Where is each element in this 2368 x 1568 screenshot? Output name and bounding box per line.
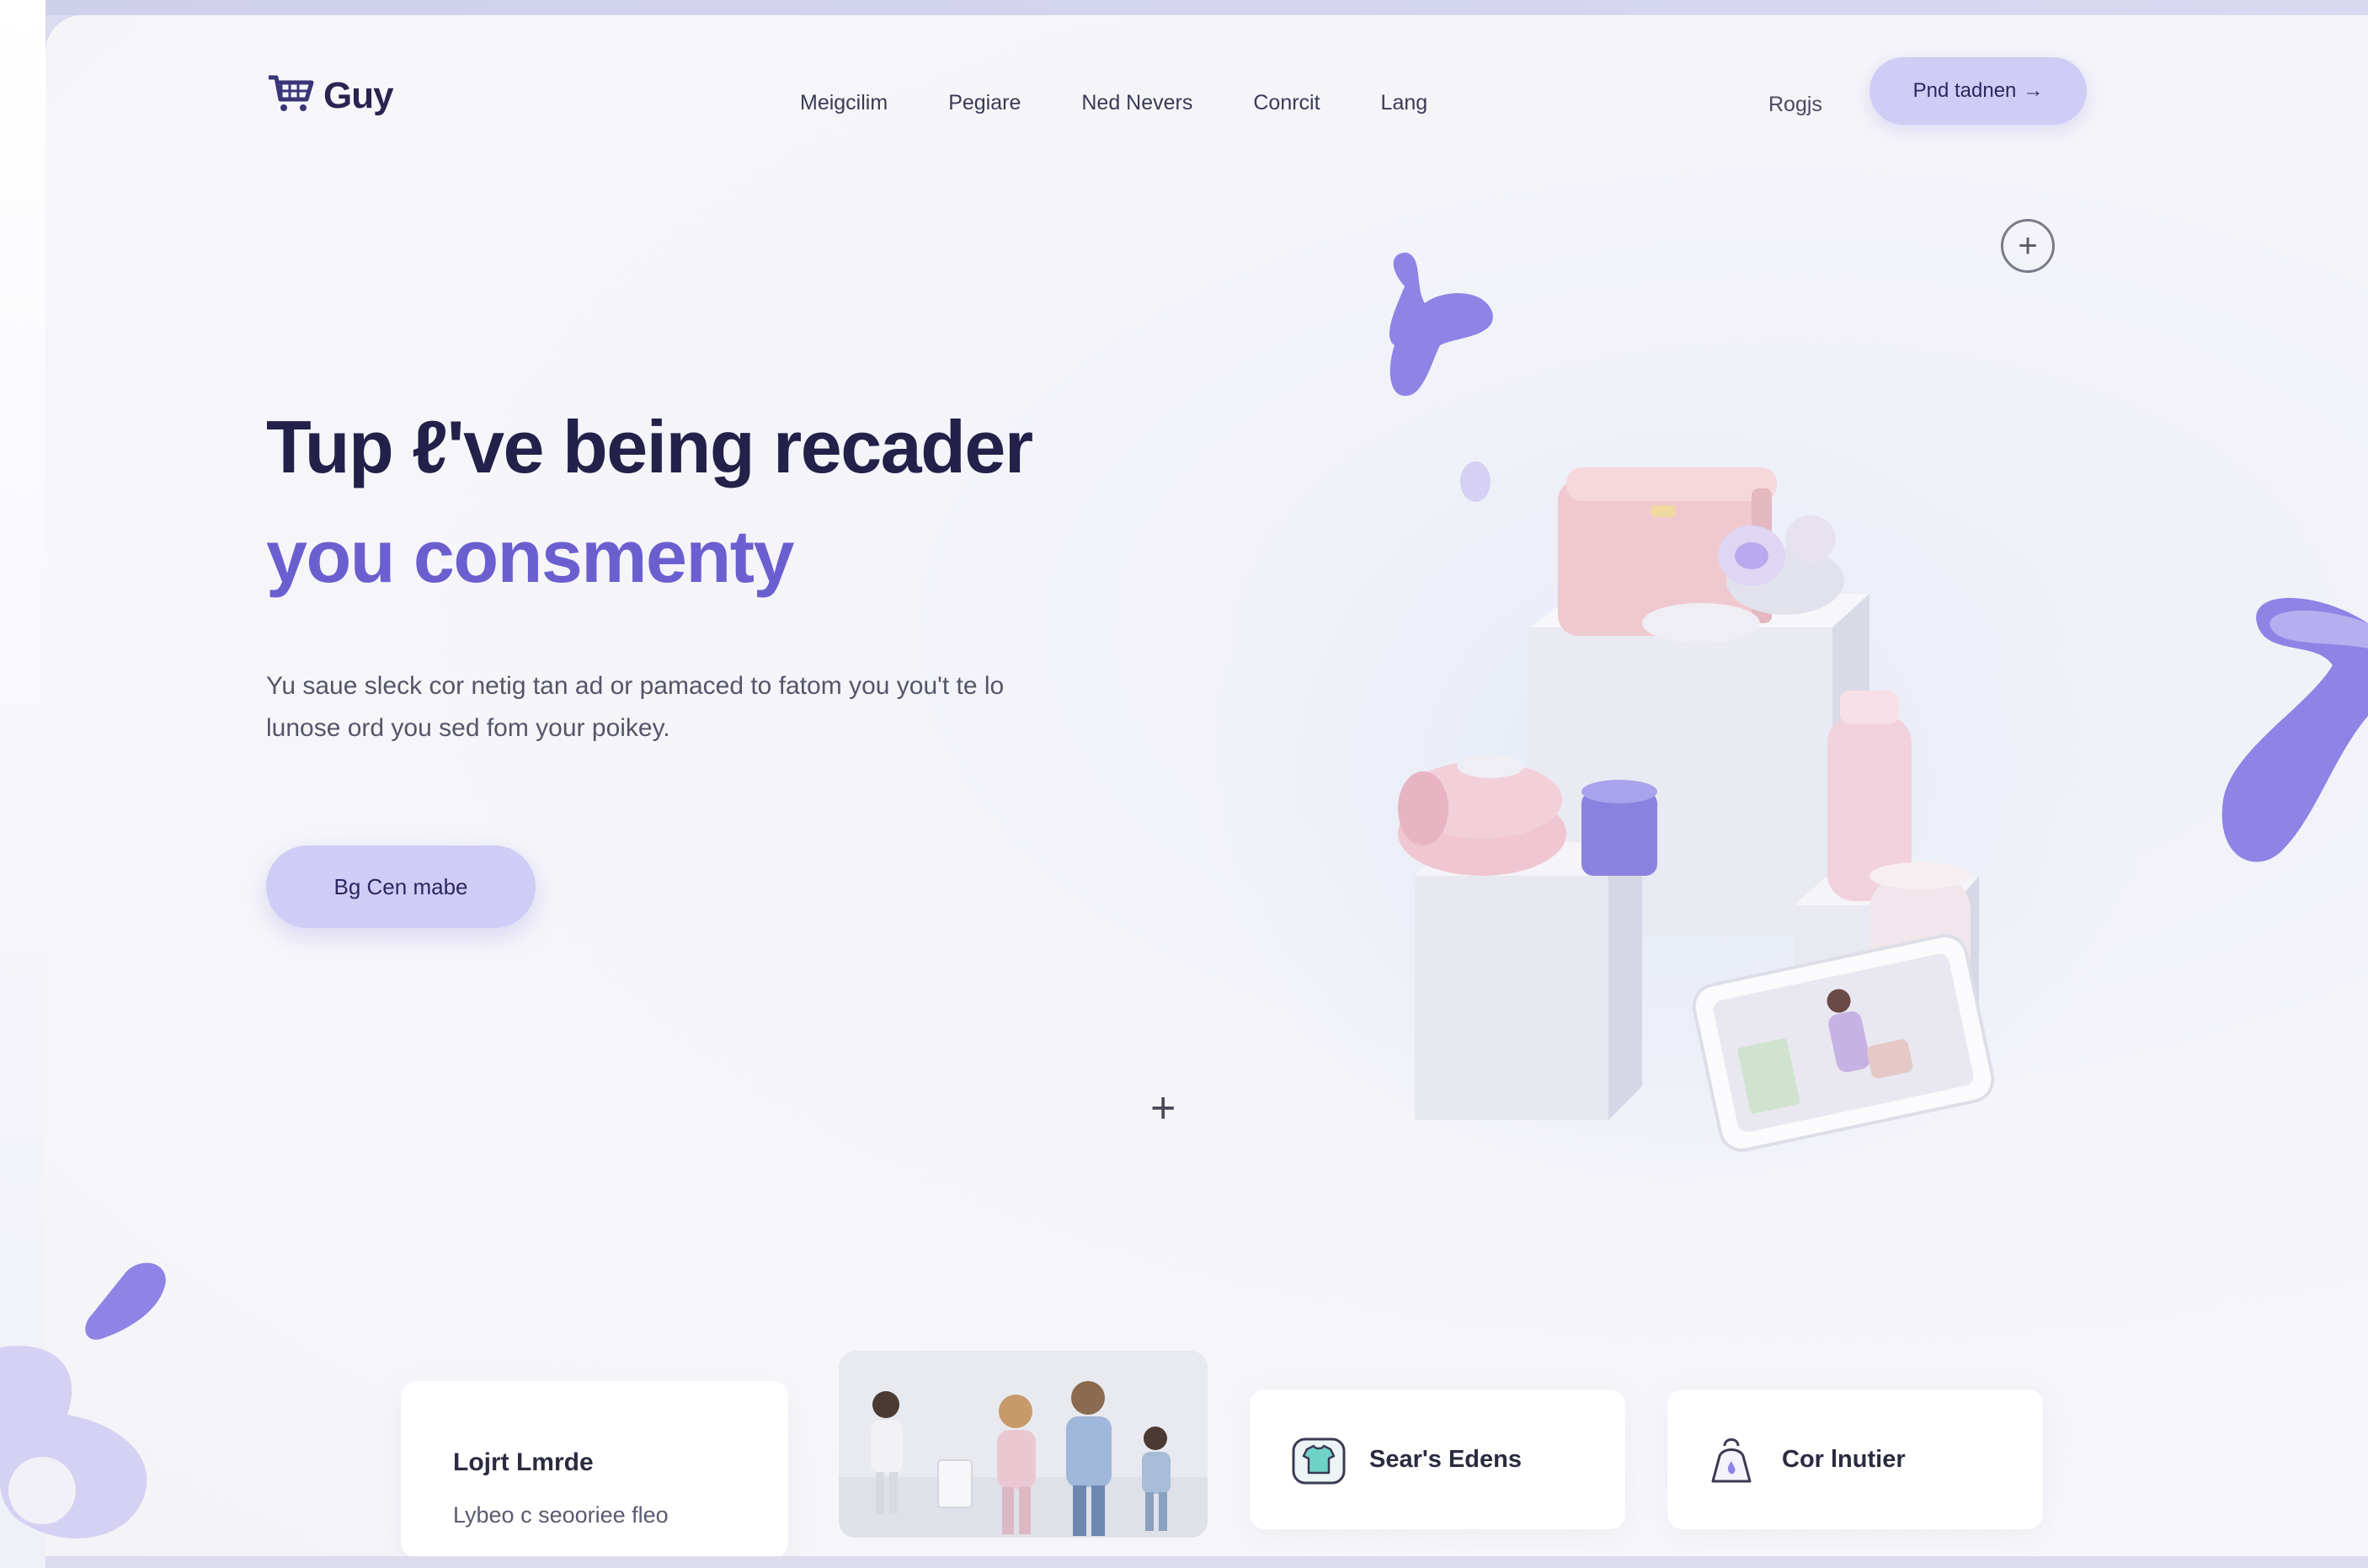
- feature-card-3-label: Sear's Edens: [1369, 1445, 1522, 1473]
- feature-card-1-title: Lojrt Lmrde: [453, 1448, 594, 1476]
- feature-card-1[interactable]: Lojrt Lmrde Lybeo c seooriee fleo: [401, 1381, 788, 1558]
- feature-card-4[interactable]: Cor lnutier: [1667, 1389, 2043, 1529]
- header-cta-label: Pnd tadnen: [1912, 79, 2017, 102]
- left-pedestal: [1415, 842, 1642, 1120]
- floating-blob-top: [1389, 253, 1493, 502]
- hero-headline-line1: Tup ℓ've being recader: [266, 405, 1033, 488]
- bag-icon: [1703, 1431, 1760, 1488]
- nav-link-1[interactable]: Meigcilim: [800, 91, 888, 115]
- shirt-icon: [1290, 1431, 1347, 1488]
- brand-logo[interactable]: Guy: [266, 72, 394, 119]
- family-photo: [839, 1351, 1208, 1538]
- brand-name: Guy: [323, 74, 394, 116]
- nav-link-5[interactable]: Lang: [1381, 91, 1428, 115]
- arrow-right-icon: →: [2023, 79, 2044, 102]
- nav-link-3[interactable]: Ned Nevers: [1081, 91, 1192, 115]
- add-small-button[interactable]: +: [1150, 1086, 1176, 1130]
- decorative-blob-right: [2221, 598, 2368, 862]
- plus-icon: +: [2018, 227, 2038, 264]
- feature-card-1-subtitle: Lybeo c seooriee fleo: [453, 1502, 669, 1528]
- hero-description: Yu saue sleck cor netig tan ad or pamace…: [266, 672, 1005, 742]
- decorative-blob-left: [0, 1262, 166, 1539]
- nav-link-2[interactable]: Pegiare: [948, 91, 1021, 115]
- header-cta-button[interactable]: Pnd tadnen →: [1869, 57, 2087, 125]
- nav-link-4[interactable]: Conrcit: [1253, 91, 1320, 115]
- page-top-margin: [45, 0, 2368, 15]
- login-link[interactable]: Rogjs: [1768, 93, 1822, 117]
- feature-card-4-label: Cor lnutier: [1782, 1445, 1906, 1473]
- purple-cup: [1581, 780, 1657, 876]
- family-photo-card[interactable]: [839, 1351, 1208, 1538]
- add-circle-button[interactable]: +: [2001, 219, 2055, 273]
- product-illustration: [1389, 253, 1995, 1152]
- shopping-cart-icon: [266, 72, 315, 119]
- feature-card-3[interactable]: Sear's Edens: [1250, 1389, 1625, 1529]
- hero-headline-line2: you consmenty: [266, 515, 794, 598]
- tablet-device: [1692, 934, 1995, 1152]
- main-nav: Meigcilim Pegiare Ned Nevers Conrcit Lan…: [800, 91, 1427, 115]
- hero-cta-button[interactable]: Bg Cen mabe: [266, 845, 536, 928]
- page-bottom-margin: [45, 1556, 2368, 1568]
